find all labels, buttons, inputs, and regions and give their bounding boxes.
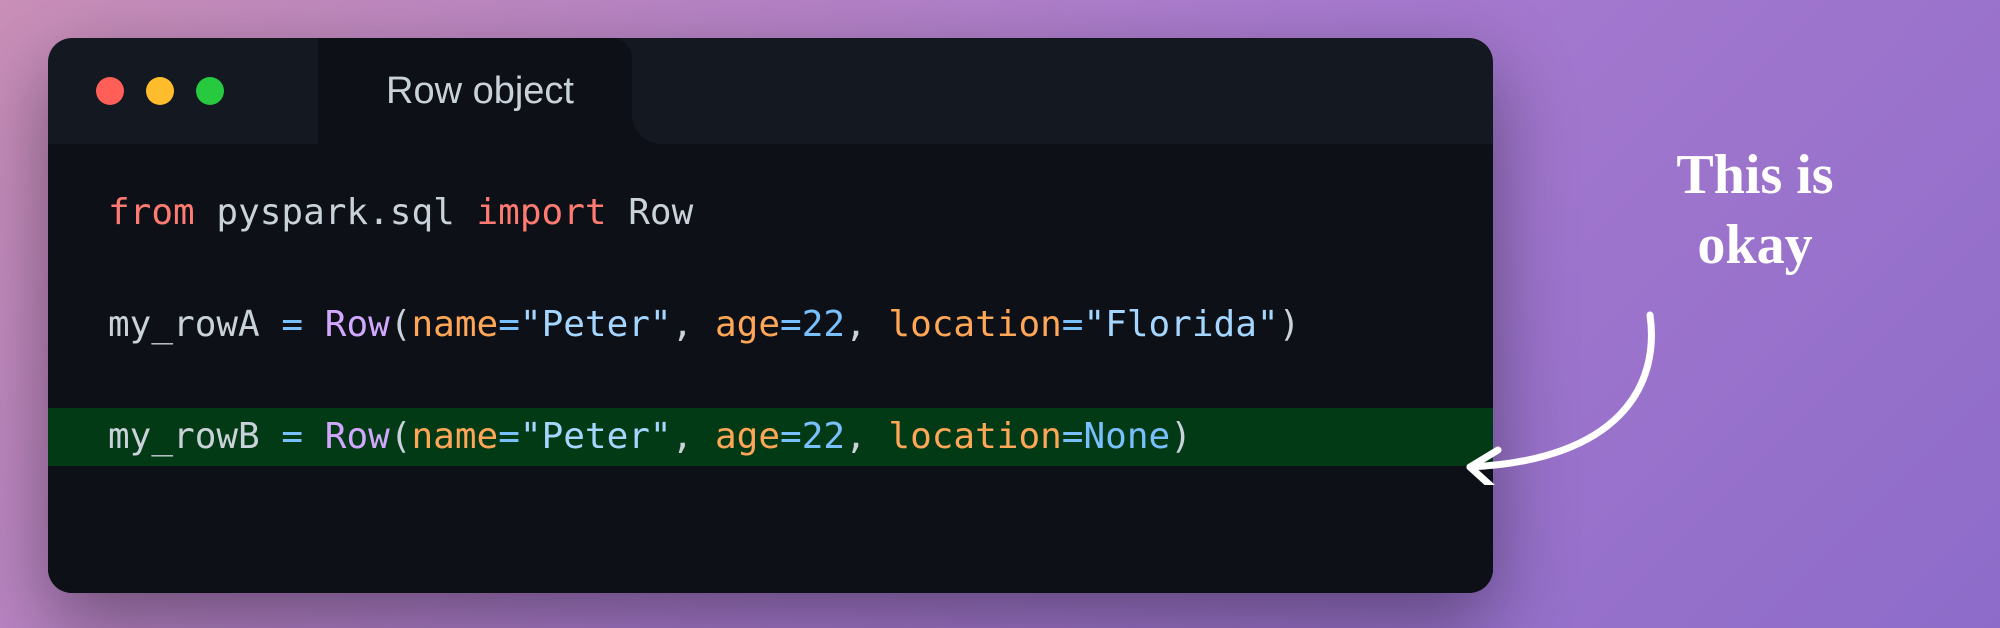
none-literal: None: [1083, 416, 1170, 457]
param-name: age: [715, 416, 780, 457]
callable: Row: [325, 416, 390, 457]
param-name: age: [715, 304, 780, 345]
param-name: location: [888, 304, 1061, 345]
annotation-line: okay: [1697, 214, 1812, 276]
code-line: [48, 242, 1493, 296]
editor-window: Row object from pyspark.sql import Row m…: [48, 38, 1493, 593]
titlebar: Row object: [48, 38, 1493, 144]
minimize-icon[interactable]: [146, 77, 174, 105]
traffic-lights: [48, 77, 224, 105]
code-line-highlight: my_rowB = Row(name="Peter", age=22, loca…: [48, 408, 1493, 466]
annotation-line: This is: [1676, 144, 1833, 206]
keyword-import: import: [477, 192, 607, 233]
variable: my_rowB: [108, 416, 260, 457]
code-line: [48, 354, 1493, 408]
number-literal: 22: [802, 416, 845, 457]
tab-active[interactable]: Row object: [318, 38, 632, 144]
string-literal: "Florida": [1083, 304, 1278, 345]
param-name: name: [412, 304, 499, 345]
param-name: name: [412, 416, 499, 457]
code-line: my_rowA = Row(name="Peter", age=22, loca…: [48, 296, 1493, 354]
callable: Row: [325, 304, 390, 345]
string-literal: "Peter": [520, 416, 672, 457]
keyword-from: from: [108, 192, 195, 233]
code-line: from pyspark.sql import Row: [48, 184, 1493, 242]
close-icon[interactable]: [96, 77, 124, 105]
annotation-label: This is okay: [1600, 140, 1910, 280]
string-literal: "Peter": [520, 304, 672, 345]
module-path: pyspark.sql: [216, 192, 454, 233]
code-body: from pyspark.sql import Row my_rowA = Ro…: [48, 144, 1493, 593]
number-literal: 22: [802, 304, 845, 345]
variable: my_rowA: [108, 304, 260, 345]
param-name: location: [888, 416, 1061, 457]
tab-title: Row object: [386, 70, 574, 113]
class-name: Row: [628, 192, 693, 233]
zoom-icon[interactable]: [196, 77, 224, 105]
